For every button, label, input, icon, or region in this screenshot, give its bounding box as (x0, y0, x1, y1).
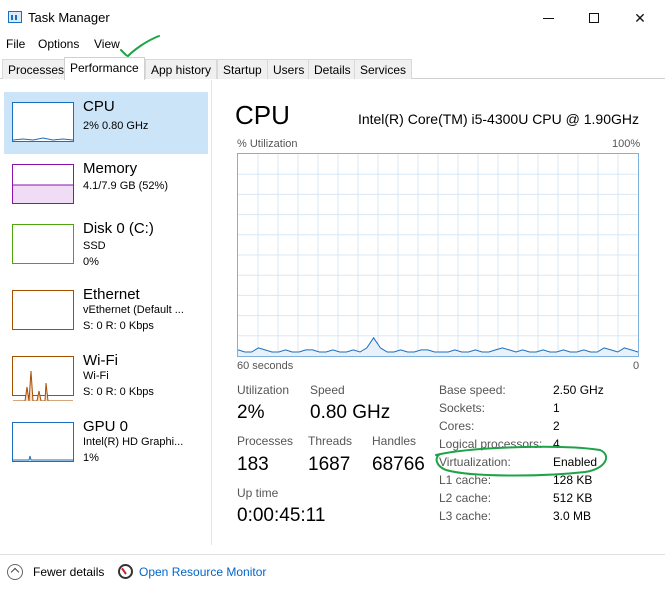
sidebar-title: Disk 0 (C:) (83, 220, 154, 237)
page-title: CPU (235, 100, 290, 130)
processor-name: Intel(R) Core(TM) i5-4300U CPU @ 1.90GHz (357, 111, 639, 127)
sockets-label: Sockets: (439, 401, 486, 415)
processes-label: Processes (237, 434, 294, 448)
l2-cache-label: L2 cache: (439, 491, 492, 505)
wifi-thumbnail-graph (12, 356, 74, 401)
speed-label: Speed (310, 383, 345, 397)
sidebar-title: GPU 0 (83, 418, 129, 435)
close-button[interactable]: ✕ (617, 4, 663, 32)
uptime-value: 0:00:45:11 (237, 505, 326, 526)
l1-cache-label: L1 cache: (439, 473, 492, 487)
fewer-details-button[interactable]: Fewer details (33, 565, 104, 579)
processes-value: 183 (237, 454, 269, 475)
sidebar-item-memory[interactable]: Memory 4.1/7.9 GB (52%) (4, 154, 208, 216)
sidebar-scrollbar[interactable] (659, 80, 665, 545)
sidebar-title: CPU (83, 98, 115, 115)
speed-value: 0.80 GHz (310, 402, 391, 423)
graph-y-label: % Utilization (237, 138, 298, 150)
sidebar-detail: SSD (83, 240, 106, 252)
maximize-icon (589, 13, 599, 23)
minimize-icon (542, 17, 554, 19)
menu-options[interactable]: Options (38, 37, 79, 51)
disk-thumbnail-graph (12, 224, 74, 264)
l1-cache-value: 128 KB (553, 473, 593, 487)
sidebar-item-gpu[interactable]: GPU 0 Intel(R) HD Graphi... 1% (4, 412, 208, 474)
utilization-value: 2% (237, 402, 265, 423)
tab-processes[interactable]: Processes (2, 59, 71, 79)
sockets-value: 1 (553, 401, 560, 415)
graph-x-left-label: 60 seconds (237, 360, 294, 372)
sidebar-detail-2: S: 0 R: 0 Kbps (83, 320, 154, 332)
l3-cache-label: L3 cache: (439, 509, 492, 523)
sidebar-item-disk[interactable]: Disk 0 (C:) SSD 0% (4, 214, 208, 276)
menu-file[interactable]: File (6, 37, 25, 51)
logical-processors-label: Logical processors: (439, 437, 543, 451)
maximize-button[interactable] (571, 4, 617, 32)
menu-bar: File Options View (0, 34, 665, 54)
open-resource-monitor-link[interactable]: Open Resource Monitor (139, 565, 266, 579)
utilization-label: Utilization (237, 383, 290, 397)
handles-value: 68766 (372, 454, 425, 475)
resource-monitor-icon[interactable] (118, 564, 133, 579)
gpu-thumbnail-graph (12, 422, 74, 462)
base-speed-value: 2.50 GHz (553, 383, 604, 397)
base-speed-label: Base speed: (439, 383, 506, 397)
tab-strip: Processes Performance App history Startu… (0, 57, 665, 80)
handles-label: Handles (372, 434, 417, 448)
uptime-label: Up time (237, 486, 279, 500)
title-bar: Task Manager ✕ (0, 0, 665, 34)
tab-services[interactable]: Services (354, 59, 413, 79)
tab-performance[interactable]: Performance (64, 57, 145, 80)
graph-x-right-label: 0 (633, 360, 640, 372)
sidebar-detail-2: 0% (83, 256, 99, 268)
sidebar-detail: 4.1/7.9 GB (52%) (83, 180, 168, 192)
chevron-up-icon[interactable] (7, 564, 23, 580)
sidebar-title: Memory (83, 160, 138, 177)
task-manager-app-icon (8, 11, 22, 23)
sidebar-title: Ethernet (83, 286, 140, 303)
resource-sidebar: CPU 2% 0.80 GHz Memory 4.1/7.9 GB (52%) … (0, 80, 212, 545)
threads-value: 1687 (308, 454, 351, 475)
sidebar-detail-2: S: 0 R: 0 Kbps (83, 386, 154, 398)
cpu-utilization-graph (237, 153, 639, 357)
cores-value: 2 (553, 419, 560, 433)
memory-thumbnail-graph (12, 164, 74, 204)
virtualization-value: Enabled (553, 455, 598, 469)
window-title: Task Manager (28, 10, 110, 25)
l3-cache-value: 3.0 MB (553, 509, 592, 523)
tab-startup[interactable]: Startup (217, 59, 268, 79)
tab-details[interactable]: Details (308, 59, 357, 79)
sidebar-item-ethernet[interactable]: Ethernet vEthernet (Default ... S: 0 R: … (4, 280, 208, 342)
sidebar-title: Wi-Fi (83, 352, 118, 369)
graph-y-max-label: 100% (612, 138, 641, 150)
sidebar-detail: Wi-Fi (83, 370, 109, 382)
menu-view[interactable]: View (94, 37, 120, 51)
minimize-button[interactable] (525, 4, 571, 32)
cores-label: Cores: (439, 419, 475, 433)
close-icon: ✕ (634, 9, 646, 26)
tab-app-history[interactable]: App history (145, 59, 218, 79)
cpu-thumbnail-graph (12, 102, 74, 142)
sidebar-detail: Intel(R) HD Graphi... (83, 436, 184, 448)
threads-label: Threads (308, 434, 353, 448)
cpu-graph-canvas (237, 154, 639, 356)
footer-bar: Fewer details Open Resource Monitor (0, 554, 665, 588)
sidebar-detail: vEthernet (Default ... (83, 304, 184, 316)
ethernet-thumbnail-graph (12, 290, 74, 330)
sidebar-item-cpu[interactable]: CPU 2% 0.80 GHz (4, 92, 208, 154)
logical-processors-value: 4 (553, 437, 560, 451)
sidebar-detail-2: 1% (83, 452, 99, 464)
sidebar-detail: 2% 0.80 GHz (83, 120, 149, 132)
virtualization-label: Virtualization: (439, 455, 511, 469)
sidebar-item-wifi[interactable]: Wi-Fi Wi-Fi S: 0 R: 0 Kbps (4, 346, 208, 408)
l2-cache-value: 512 KB (553, 491, 593, 505)
tab-users[interactable]: Users (267, 59, 311, 79)
